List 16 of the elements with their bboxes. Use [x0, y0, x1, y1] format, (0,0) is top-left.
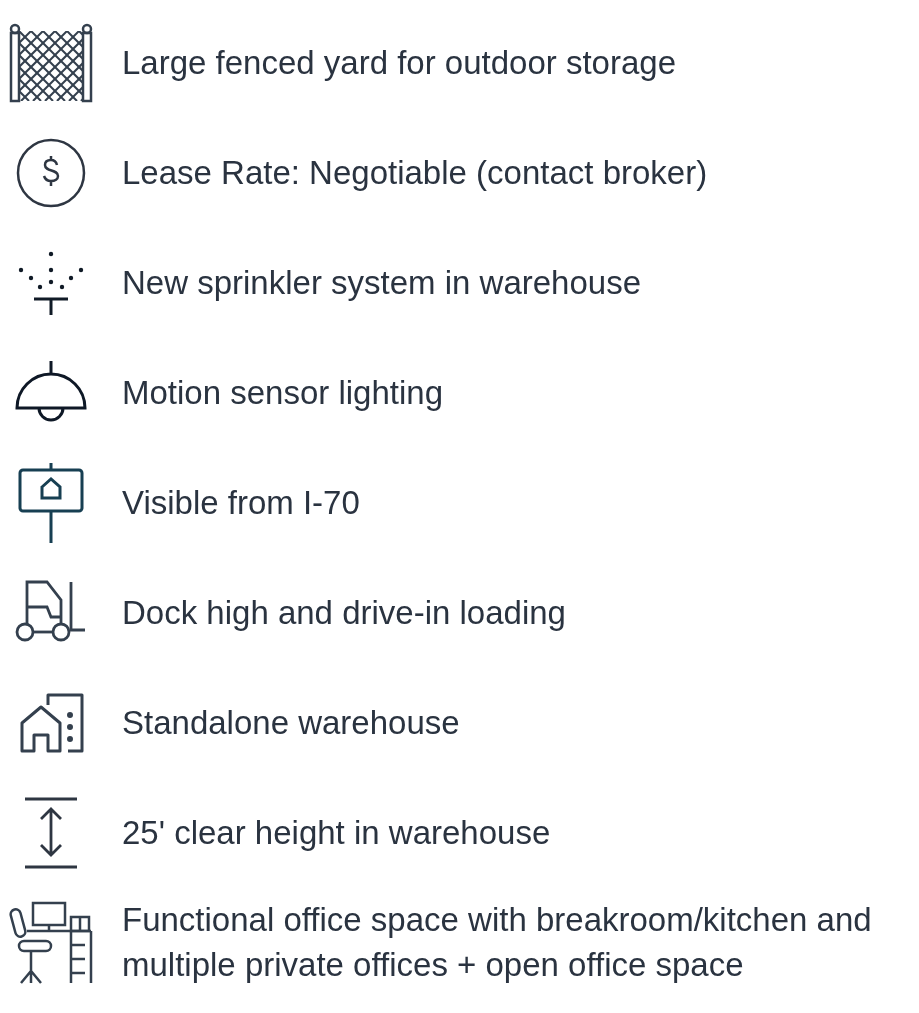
feature-text: Standalone warehouse	[122, 702, 460, 743]
feature-text: 25' clear height in warehouse	[122, 812, 551, 853]
feature-text: Large fenced yard for outdoor storage	[122, 42, 677, 83]
feature-text: Functional office space with breakroom/kitchen and multiple private offices + open office space	[122, 900, 873, 985]
feature-text: Visible from I-70	[122, 482, 360, 523]
fence-icon	[9, 23, 93, 103]
feature-text: New sprinkler system in warehouse	[122, 262, 642, 303]
feature-text: Motion sensor lighting	[122, 372, 443, 413]
office-desk-icon	[9, 901, 93, 985]
house-building-icon	[18, 693, 84, 753]
dollar-coin-icon	[15, 137, 87, 209]
sprinkler-icon	[18, 250, 84, 316]
signboard-icon	[18, 463, 84, 543]
feature-text: Lease Rate: Negotiable (contact broker)	[122, 152, 708, 193]
feature-text: Dock high and drive-in loading	[122, 592, 566, 633]
height-arrow-icon	[23, 797, 79, 869]
